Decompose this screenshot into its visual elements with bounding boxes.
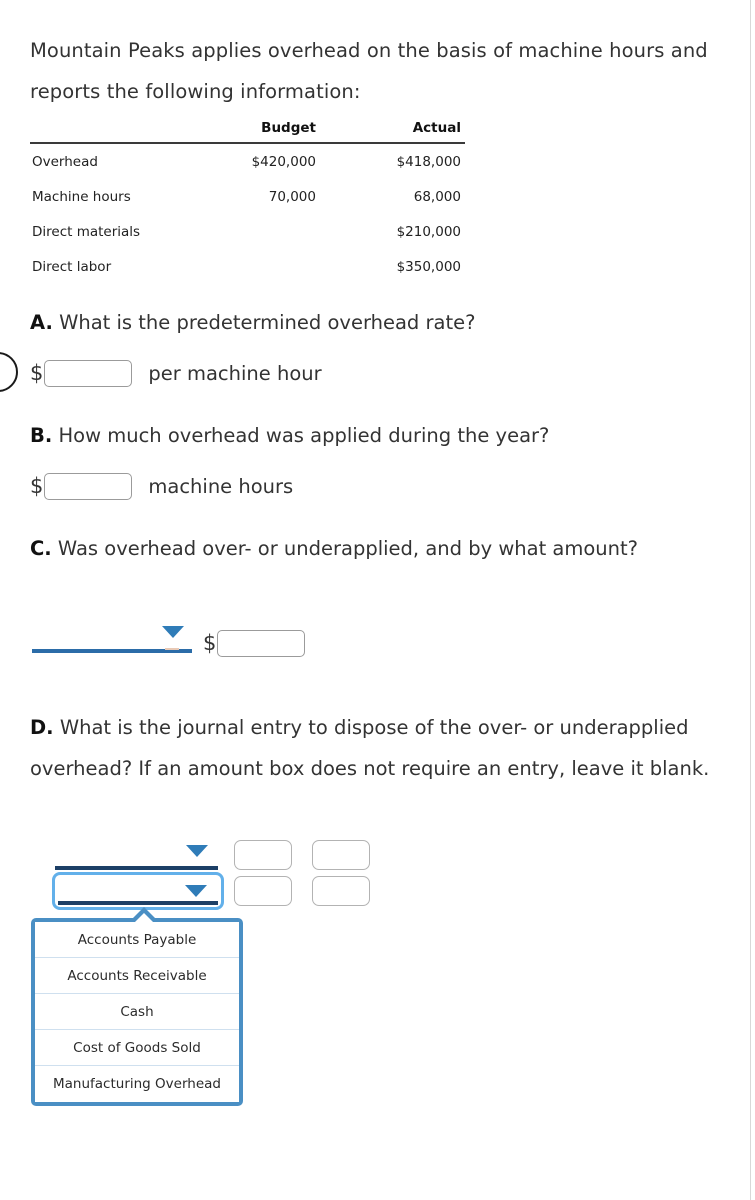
question-page: Mountain Peaks applies overhead on the b…	[0, 0, 751, 1200]
annotation-circle-icon	[0, 352, 18, 392]
row-actual-value: $350,000	[396, 259, 461, 275]
intro-paragraph: Mountain Peaks applies overhead on the b…	[30, 39, 708, 103]
overhead-data-table: Budget Actual Overhead $420,000 $418,000…	[30, 120, 465, 284]
dropdown-option-accounts-receivable[interactable]: Accounts Receivable	[35, 958, 239, 994]
dropdown-option-cash[interactable]: Cash	[35, 994, 239, 1030]
row-label: Machine hours	[32, 189, 131, 205]
journal-debit-box-row1[interactable]	[234, 840, 292, 870]
table-row: Direct materials $210,000	[30, 214, 465, 249]
table-header-row: Budget Actual	[30, 120, 465, 144]
chevron-down-icon[interactable]	[186, 845, 208, 857]
question-b-unit-label: machine hours	[148, 475, 294, 498]
dropdown-option-accounts-payable[interactable]: Accounts Payable	[35, 922, 239, 958]
question-b-answer-row: $ machine hours	[30, 473, 293, 500]
question-a: A. What is the predetermined overhead ra…	[30, 302, 740, 343]
question-a-unit-label: per machine hour	[148, 362, 322, 385]
journal-credit-box-row1[interactable]	[312, 840, 370, 870]
table-row: Overhead $420,000 $418,000	[30, 143, 465, 179]
chevron-down-icon[interactable]	[162, 626, 184, 638]
column-header-actual: Actual	[320, 120, 465, 144]
row-budget-value	[175, 249, 320, 284]
dropdown-option-manufacturing-overhead[interactable]: Manufacturing Overhead	[35, 1066, 239, 1102]
journal-account-select-row2[interactable]	[52, 872, 224, 910]
journal-debit-box-row2[interactable]	[234, 876, 292, 906]
select-tick-mark	[165, 648, 179, 650]
row-label: Direct materials	[32, 224, 141, 240]
question-a-text: What is the predetermined overhead rate?	[59, 311, 476, 334]
question-c-text: Was overhead over- or underapplied, and …	[57, 537, 639, 560]
over-under-amount-input[interactable]	[217, 630, 306, 657]
column-header-blank	[30, 120, 175, 144]
row-label: Direct labor	[32, 259, 112, 275]
row-budget-value: 70,000	[268, 189, 316, 205]
currency-symbol: $	[30, 474, 44, 498]
currency-symbol: $	[203, 631, 217, 655]
question-c: C. Was overhead over- or underapplied, a…	[30, 528, 740, 569]
chevron-down-icon[interactable]	[185, 885, 207, 897]
currency-symbol: $	[30, 361, 44, 385]
question-d-letter: D.	[30, 716, 54, 739]
row-budget-value: $420,000	[251, 154, 316, 170]
question-a-answer-row: $ per machine hour	[30, 360, 322, 387]
question-b: B. How much overhead was applied during …	[30, 415, 740, 456]
row-actual-value: $210,000	[396, 224, 461, 240]
dropdown-pointer-inner-icon	[133, 913, 155, 924]
question-a-letter: A.	[30, 311, 53, 334]
row-label: Overhead	[32, 154, 98, 170]
journal-credit-box-row2[interactable]	[312, 876, 370, 906]
column-header-budget: Budget	[175, 120, 320, 144]
row-budget-value	[175, 214, 320, 249]
question-d-text: What is the journal entry to dispose of …	[30, 716, 710, 780]
overhead-rate-input[interactable]	[44, 360, 133, 387]
row-actual-value: 68,000	[413, 189, 461, 205]
question-b-text: How much overhead was applied during the…	[58, 424, 550, 447]
question-b-letter: B.	[30, 424, 53, 447]
row-actual-value: $418,000	[396, 154, 461, 170]
journal-account-select-row1[interactable]	[55, 866, 218, 870]
question-c-letter: C.	[30, 537, 52, 560]
overhead-applied-input[interactable]	[44, 473, 133, 500]
table-row: Machine hours 70,000 68,000	[30, 179, 465, 214]
table-row: Direct labor $350,000	[30, 249, 465, 284]
dropdown-option-cost-of-goods-sold[interactable]: Cost of Goods Sold	[35, 1030, 239, 1066]
select-underline	[58, 901, 218, 905]
question-c-answer-row: $	[203, 630, 306, 657]
account-dropdown-list[interactable]: Accounts Payable Accounts Receivable Cas…	[31, 907, 243, 1106]
question-d: D. What is the journal entry to dispose …	[30, 707, 745, 789]
